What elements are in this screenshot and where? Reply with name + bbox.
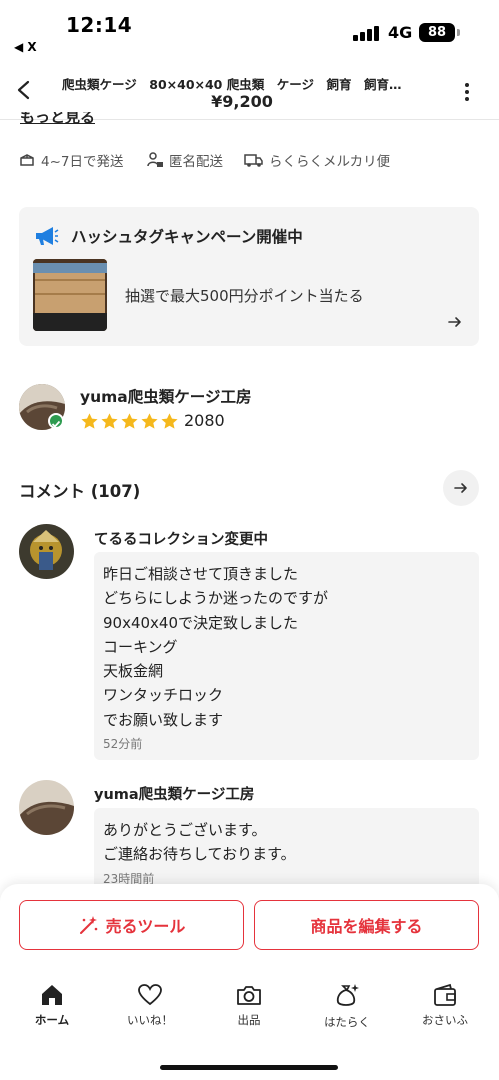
bottom-action-panel: 売るツール 商品を編集する ホーム いいね！ 出品 はたらく おさいふ — [0, 884, 499, 1080]
shipping-info: 4~7日で発送 匿名配送 らくらくメルカリ便 — [18, 150, 488, 170]
tab-bar: ホーム いいね！ 出品 はたらく おさいふ — [0, 982, 499, 1038]
tab-label: おさいふ — [422, 1013, 468, 1027]
comment-text-line: ご連絡お待ちしております。 — [103, 845, 296, 864]
seller-rating-count: 2080 — [184, 411, 225, 430]
sell-tool-label: 売るツール — [105, 917, 186, 936]
camera-icon — [237, 986, 261, 1005]
comments-more-button[interactable] — [443, 470, 479, 506]
shipping-method: らくらくメルカリ便 — [244, 150, 390, 170]
verified-badge-icon — [48, 413, 64, 429]
item-title: 爬虫類ケージ 80×40×40 爬虫類 ケージ 飼育 飼育… — [62, 77, 402, 92]
shipping-days: 4~7日で発送 — [18, 150, 124, 170]
box-icon — [20, 154, 34, 166]
battery-icon: 88 — [419, 23, 455, 42]
comment-text-line: 昨日ご相談させて頂きました — [103, 565, 299, 583]
status-time: 12:14 — [66, 13, 133, 37]
comment-text-line: ワンタッチロック — [103, 686, 224, 705]
sparkle-wand-icon — [79, 916, 97, 934]
signal-icon — [353, 25, 381, 41]
home-icon — [42, 985, 62, 1005]
tab-work[interactable]: はたらく — [307, 982, 387, 1030]
comment-time: 52分前 — [103, 737, 143, 752]
money-bag-icon — [336, 984, 359, 1006]
megaphone-icon — [33, 224, 59, 252]
comment-text-line: でお願い致します — [103, 710, 224, 729]
anonymous-shipping: 匿名配送 — [146, 150, 223, 170]
back-to-app-link[interactable]: ◀ X — [14, 40, 37, 54]
comment-text-line: コーキング — [103, 637, 178, 656]
comment-text-line: ありがとうございます。 — [103, 821, 267, 839]
home-indicator — [160, 1065, 338, 1070]
arrow-right-icon — [454, 483, 467, 493]
truck-icon — [244, 154, 263, 167]
star-icon — [161, 413, 178, 429]
person-lock-icon — [147, 152, 163, 167]
arrow-right-icon — [447, 314, 463, 334]
star-icon — [121, 413, 138, 429]
comments-title: コメント (107) — [19, 482, 141, 501]
comment-bubble: 昨日ご相談させて頂きました どちらにしようか迷ったのですが 90x40x40で決… — [94, 552, 479, 760]
star-icon — [101, 413, 118, 429]
star-icon — [141, 413, 158, 429]
comment-text-line: どちらにしようか迷ったのですが — [103, 589, 329, 608]
status-bar: 12:14 ◀ X 4G 88 — [0, 0, 499, 62]
commenter-name: yuma爬虫類ケージ工房 — [94, 787, 255, 803]
commenter-avatar[interactable] — [19, 524, 74, 579]
edit-item-label: 商品を編集する — [310, 917, 423, 936]
more-vertical-icon — [465, 83, 469, 101]
tab-label: いいね！ — [127, 1013, 173, 1027]
tab-listing[interactable]: 出品 — [209, 982, 289, 1028]
seller-rating-stars — [80, 412, 179, 431]
tab-label: 出品 — [237, 1013, 261, 1027]
battery-tip — [457, 29, 460, 36]
seller-name[interactable]: yuma爬虫類ケージ工房 — [80, 385, 251, 407]
commenter-name: てるるコレクション変更中 — [94, 532, 268, 548]
sell-tool-button[interactable]: 売るツール — [19, 900, 244, 950]
tab-wallet[interactable]: おさいふ — [405, 982, 485, 1028]
heart-icon — [138, 984, 162, 1006]
edit-item-button[interactable]: 商品を編集する — [254, 900, 479, 950]
tab-label: ホーム — [34, 1013, 70, 1027]
anonymous-shipping-text: 匿名配送 — [169, 154, 223, 170]
campaign-title: ハッシュタグキャンペーン開催中 — [71, 228, 303, 246]
see-more-link[interactable]: もっと見る — [20, 112, 95, 128]
tab-label: はたらく — [324, 1015, 370, 1029]
comment-text-line: 天板金網 — [103, 662, 164, 681]
tab-likes[interactable]: いいね！ — [110, 982, 190, 1028]
shipping-days-text: 4~7日で発送 — [41, 154, 124, 170]
campaign-image — [33, 259, 107, 331]
star-icon — [81, 413, 98, 429]
item-price: ¥9,200 — [211, 92, 273, 111]
campaign-text: 抽選で最大500円分ポイント当たる — [125, 287, 364, 305]
comment-text-line: 90x40x40で決定致しました — [103, 613, 299, 632]
shipping-method-text: らくらくメルカリ便 — [269, 154, 391, 170]
wallet-icon — [434, 983, 456, 1006]
network-type: 4G — [388, 23, 413, 42]
tab-home[interactable]: ホーム — [12, 982, 92, 1028]
more-menu-button[interactable] — [455, 80, 479, 104]
campaign-banner[interactable]: ハッシュタグキャンペーン開催中 抽選で最大500円分ポイント当たる — [19, 207, 479, 346]
commenter-avatar[interactable] — [19, 780, 74, 835]
